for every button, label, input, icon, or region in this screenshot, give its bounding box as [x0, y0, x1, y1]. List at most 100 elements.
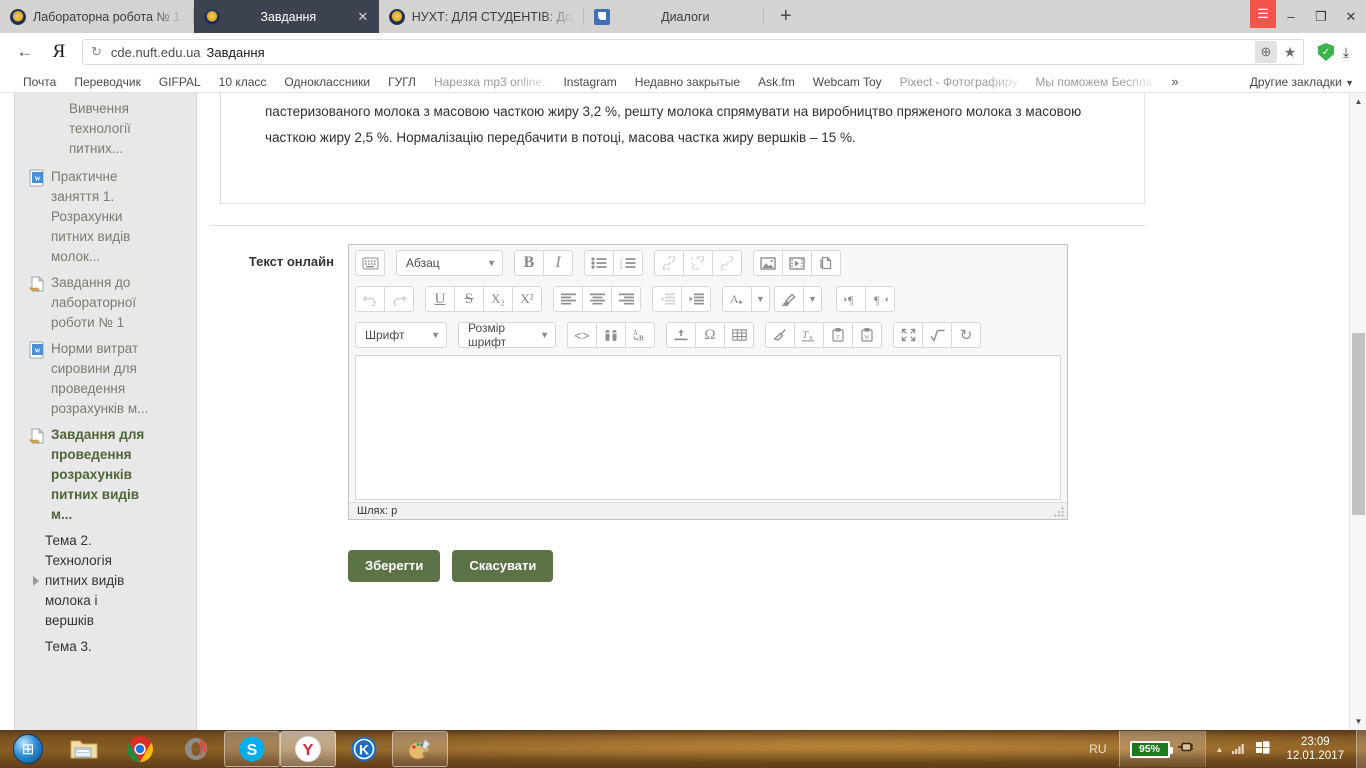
keyboard-icon[interactable]: [355, 250, 385, 276]
maximize-icon[interactable]: ❐: [1306, 0, 1336, 33]
bold-button[interactable]: B: [514, 250, 544, 276]
bookmark-item[interactable]: Переводчик: [65, 75, 150, 89]
cancel-button[interactable]: Скасувати: [452, 550, 553, 582]
source-code-icon[interactable]: <>: [567, 322, 597, 348]
tab-close-icon[interactable]: ✕: [357, 9, 369, 25]
browser-tab-4[interactable]: Диалоги: [584, 0, 764, 33]
bookmarks-overflow-icon[interactable]: »: [1161, 74, 1188, 89]
find-replace-icon[interactable]: [596, 322, 626, 348]
font-size-select[interactable]: Розмір шрифт ▼: [458, 322, 556, 348]
sidebar-item-raw-material-norms[interactable]: w Норми витрат сировини для проведення р…: [15, 336, 196, 422]
taskbar-kmplayer-icon[interactable]: K: [336, 730, 392, 768]
bookmark-item[interactable]: Недавно закрытые: [626, 75, 749, 89]
anchor-icon[interactable]: [712, 250, 742, 276]
reload-icon[interactable]: ↻: [91, 44, 102, 60]
undo-icon[interactable]: [355, 286, 385, 312]
battery-indicator[interactable]: 95%: [1119, 731, 1206, 767]
taskbar-opera-icon[interactable]: [168, 730, 224, 768]
resize-grip-icon[interactable]: [1053, 506, 1065, 518]
superscript-button[interactable]: X²: [512, 286, 542, 312]
sidebar-item-topic-2[interactable]: Тема 2. Технологія питних видів молока і…: [15, 528, 196, 634]
unlink-icon[interactable]: [683, 250, 713, 276]
ltr-icon[interactable]: ¶: [836, 286, 866, 312]
bookmark-item[interactable]: Мы поможем Беспла: [1026, 75, 1161, 89]
image-icon[interactable]: [753, 250, 783, 276]
spellcheck-icon[interactable]: AB: [625, 322, 655, 348]
bookmark-item[interactable]: 10 класс: [210, 75, 276, 89]
yandex-logo-icon[interactable]: Я: [42, 41, 76, 63]
sidebar-item-assignment-calculations[interactable]: Завдання для проведення розрахунків питн…: [15, 422, 196, 528]
sidebar-item-study-technology[interactable]: Вивчення технології питних...: [15, 93, 196, 162]
paste-word-icon[interactable]: W: [852, 322, 882, 348]
other-bookmarks-button[interactable]: Другие закладки ▼: [1238, 75, 1354, 89]
text-color-dropdown-caret[interactable]: ▼: [752, 286, 770, 312]
font-family-select[interactable]: Шрифт ▼: [355, 322, 447, 348]
strikethrough-button[interactable]: S: [454, 286, 484, 312]
underline-button[interactable]: U: [425, 286, 455, 312]
bookmark-item[interactable]: Pixect - Фотографиру: [891, 75, 1027, 89]
back-icon[interactable]: ←: [8, 35, 42, 69]
bookmark-item[interactable]: Нарезка mp3 online,: [425, 75, 555, 89]
browser-tab-3[interactable]: НУХТ: ДЛЯ СТУДЕНТІВ: Дод: [379, 0, 584, 33]
recycle-icon[interactable]: ↻: [951, 322, 981, 348]
paste-text-icon[interactable]: T: [823, 322, 853, 348]
bookmark-item[interactable]: Instagram: [554, 75, 625, 89]
redo-icon[interactable]: [384, 286, 414, 312]
outdent-icon[interactable]: [652, 286, 682, 312]
special-char-icon[interactable]: Ω: [695, 322, 725, 348]
paragraph-format-select[interactable]: Абзац ▼: [396, 250, 503, 276]
expander-triangle-icon[interactable]: [33, 576, 39, 586]
clock[interactable]: 23:09 12.01.2017: [1280, 735, 1356, 763]
managefiles-icon[interactable]: [811, 250, 841, 276]
fullscreen-icon[interactable]: [893, 322, 923, 348]
bookmark-item[interactable]: Одноклассники: [275, 75, 379, 89]
italic-button[interactable]: I: [543, 250, 573, 276]
bookmark-item[interactable]: GIFPAL: [150, 75, 210, 89]
browser-menu-icon[interactable]: ☰: [1250, 0, 1276, 28]
rtl-icon[interactable]: ¶: [865, 286, 895, 312]
horizontal-rule-icon[interactable]: [666, 322, 696, 348]
media-icon[interactable]: [782, 250, 812, 276]
show-desktop-button[interactable]: [1356, 730, 1366, 768]
link-icon[interactable]: [654, 250, 684, 276]
highlight-icon[interactable]: [774, 286, 804, 312]
taskbar-skype-icon[interactable]: S: [224, 731, 280, 767]
numbered-list-icon[interactable]: 123: [613, 250, 643, 276]
bookmark-item[interactable]: Почта: [14, 75, 65, 89]
address-bar[interactable]: ↻ cde.nuft.edu.ua Завдання ⊕ ★: [82, 39, 1304, 65]
scrollbar-thumb[interactable]: [1352, 333, 1365, 515]
broom-icon[interactable]: [765, 322, 795, 348]
bookmark-item[interactable]: ГУГЛ: [379, 75, 425, 89]
equation-icon[interactable]: [922, 322, 952, 348]
highlight-dropdown-caret[interactable]: ▼: [804, 286, 822, 312]
taskbar-chrome-icon[interactable]: [112, 730, 168, 768]
translate-icon[interactable]: ⊕: [1255, 41, 1277, 63]
align-center-icon[interactable]: [582, 286, 612, 312]
page-scrollbar[interactable]: ▲ ▼: [1349, 93, 1366, 730]
browser-tab-2-active[interactable]: Завдання ✕: [194, 0, 379, 33]
bookmark-item[interactable]: Ask.fm: [749, 75, 804, 89]
download-icon[interactable]: ⤓: [1334, 44, 1358, 61]
sidebar-item-assignment-lab-1[interactable]: Завдання до лабораторної роботи № 1: [15, 270, 196, 336]
taskbar-explorer-icon[interactable]: [56, 730, 112, 768]
start-button[interactable]: ⊞: [0, 730, 56, 768]
sidebar-item-practice-1[interactable]: w Практичне заняття 1. Розрахунки питних…: [15, 164, 196, 270]
windows-flag-icon[interactable]: [1256, 741, 1270, 757]
new-tab-button[interactable]: +: [764, 0, 808, 33]
language-indicator[interactable]: RU: [1077, 742, 1118, 756]
close-window-icon[interactable]: ✕: [1336, 0, 1366, 33]
bookmark-item[interactable]: Webcam Toy: [804, 75, 891, 89]
remove-format-icon[interactable]: Tx: [794, 322, 824, 348]
taskbar-yandex-browser-icon[interactable]: Y: [280, 731, 336, 767]
align-right-icon[interactable]: [611, 286, 641, 312]
scroll-down-arrow-icon[interactable]: ▼: [1350, 713, 1366, 730]
table-icon[interactable]: [724, 322, 754, 348]
text-color-icon[interactable]: A: [722, 286, 752, 312]
shield-check-icon[interactable]: [1318, 43, 1334, 61]
align-left-icon[interactable]: [553, 286, 583, 312]
scroll-up-arrow-icon[interactable]: ▲: [1350, 93, 1366, 110]
indent-icon[interactable]: [681, 286, 711, 312]
minimize-icon[interactable]: –: [1276, 0, 1306, 33]
taskbar-paint-icon[interactable]: [392, 731, 448, 767]
save-button[interactable]: Зберегти: [348, 550, 440, 582]
